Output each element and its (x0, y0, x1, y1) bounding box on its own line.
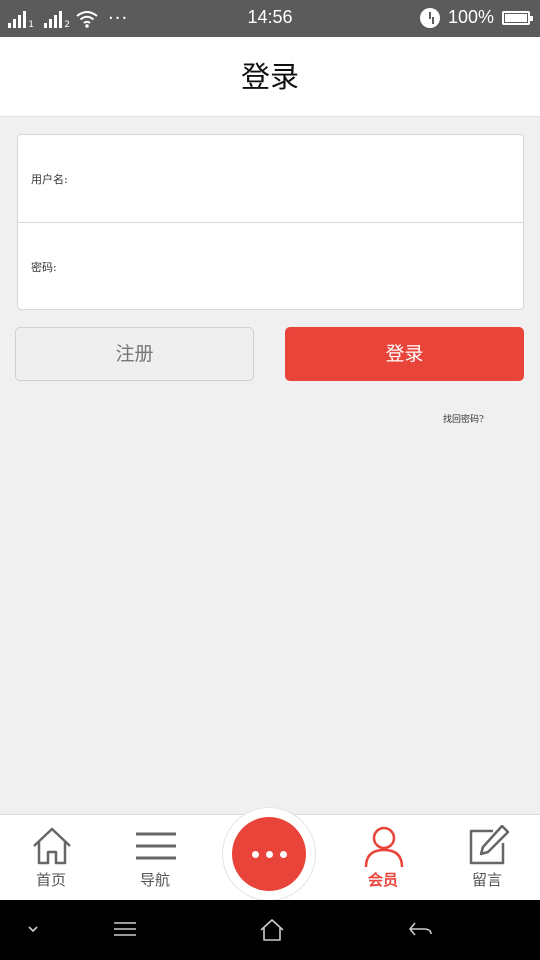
username-row: 用户名: (18, 135, 523, 222)
nav-item-navigation[interactable]: 导航 (110, 815, 200, 901)
battery-icon (502, 10, 533, 25)
login-button[interactable]: 登录 (285, 327, 524, 381)
nav-item-home[interactable]: 首页 (6, 815, 96, 901)
bottom-nav: 首页 导航 会员 留言 (0, 807, 540, 901)
menu-icon (136, 832, 176, 860)
login-form: 用户名: 密码: (17, 134, 524, 310)
home-button-icon[interactable] (259, 918, 285, 942)
username-label: 用户名: (31, 173, 68, 186)
back-icon[interactable] (407, 918, 433, 940)
page-title: 登录 (240, 60, 299, 94)
nav-label-navigation: 导航 (139, 871, 170, 889)
home-icon (33, 827, 71, 865)
status-bar: 1 2 ··· 14:56 100% (0, 0, 540, 37)
forgot-password-link[interactable]: 找回密码? (443, 412, 484, 425)
alarm-icon (419, 7, 440, 28)
more-button[interactable] (222, 807, 316, 901)
edit-icon (469, 825, 509, 865)
recent-apps-icon[interactable] (113, 918, 137, 940)
nav-label-home: 首页 (35, 871, 66, 889)
status-right: 100% (419, 7, 533, 28)
nav-item-member[interactable]: 会员 (338, 815, 428, 901)
register-button[interactable]: 注册 (15, 327, 254, 381)
nav-label-member: 会员 (367, 871, 398, 889)
username-input[interactable] (88, 155, 508, 203)
password-row: 密码: (18, 222, 523, 309)
collapse-chevron-icon[interactable] (26, 918, 40, 940)
page-header: 登录 (0, 37, 540, 117)
battery-percent: 100% (447, 7, 494, 27)
user-icon (364, 826, 404, 867)
password-label: 密码: (31, 261, 57, 274)
nav-item-message[interactable]: 留言 (442, 815, 532, 901)
nav-label-message: 留言 (471, 871, 502, 889)
system-nav-bar (0, 900, 540, 960)
password-input[interactable] (88, 243, 508, 291)
more-icon (232, 817, 306, 891)
